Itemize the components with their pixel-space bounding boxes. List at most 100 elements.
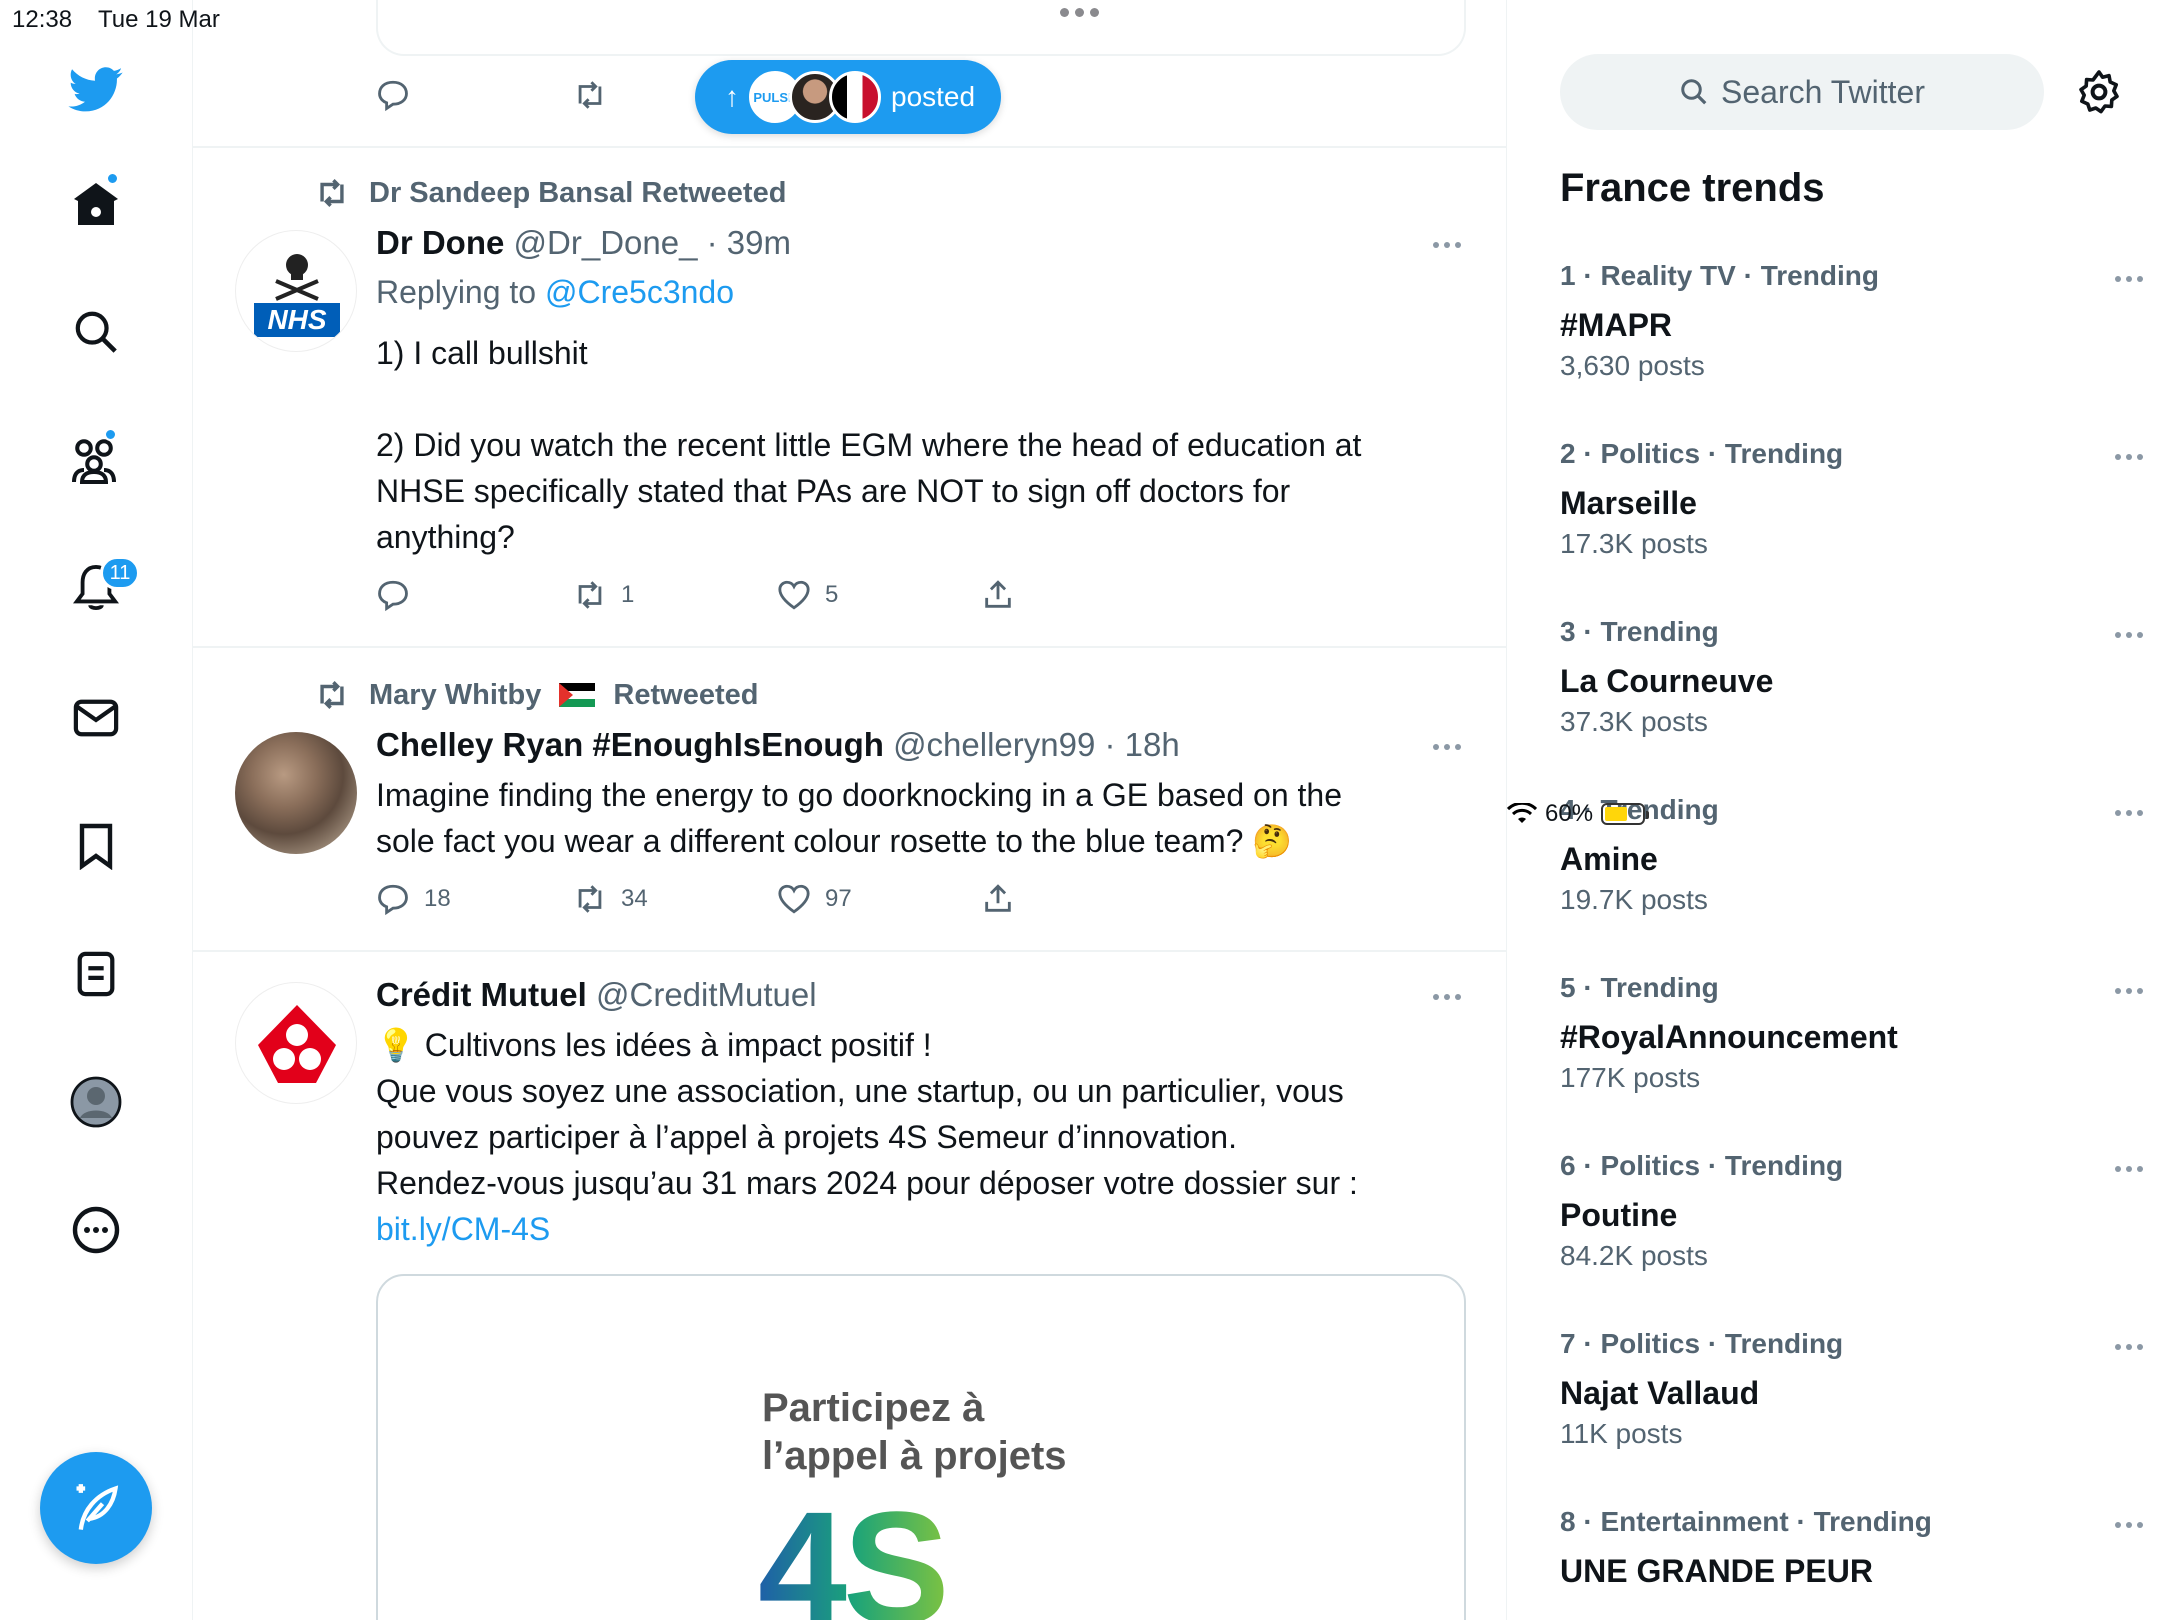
twitter-ipad-screen: 12:38 Tue 19 Mar 60% 11 ↑ PULSE posted D… xyxy=(0,0,2160,1620)
compose-tweet-button[interactable] xyxy=(40,1452,152,1564)
new-posts-label: posted xyxy=(891,81,976,112)
posted-avatars: PULSE xyxy=(749,71,881,123)
share-icon xyxy=(985,884,1011,912)
tweet-link[interactable]: bit.ly/CM-4S xyxy=(376,1206,1436,1252)
retweeted-by-suffix: Retweeted xyxy=(613,678,759,711)
status-right: 60% xyxy=(1507,4,2160,1620)
tweet-text: 💡 Cultivons les idées à impact positif !… xyxy=(376,1022,1436,1252)
explore-search-icon[interactable] xyxy=(60,296,132,368)
retweet-action[interactable]: 1 xyxy=(573,578,634,612)
tweet-header: Crédit Mutuel @CreditMutuel xyxy=(376,976,817,1014)
profile-avatar-icon[interactable] xyxy=(60,1066,132,1138)
left-navigation: 11 xyxy=(0,0,193,1620)
media-headline: Participez à l’appel à projets xyxy=(762,1384,1067,1480)
tweet-text-paragraph: 2) Did you watch the recent little EGM w… xyxy=(376,427,1362,555)
heart-icon xyxy=(778,580,810,610)
notifications-badge: 11 xyxy=(100,556,140,590)
avatar[interactable] xyxy=(235,732,357,854)
tweet-text: 1) I call bullshit 2) Did you watch the … xyxy=(376,330,1436,560)
status-time: 12:38 xyxy=(12,6,73,33)
tweet-text: Imagine finding the energy to go doorkno… xyxy=(376,777,1342,859)
like-count: 5 xyxy=(825,581,839,608)
tweet-more-icon[interactable] xyxy=(1433,994,1461,1000)
tweet-more-icon[interactable] xyxy=(1433,242,1461,248)
media-headline-line: l’appel à projets xyxy=(762,1434,1067,1478)
status-date: Tue 19 Mar xyxy=(98,6,220,33)
retweet-context: Dr Sandeep Bansal Retweeted xyxy=(313,176,786,210)
status-bar: 12:38 Tue 19 Mar 60% xyxy=(0,0,2160,827)
replying-prefix: Replying to xyxy=(376,274,537,310)
retweet-count: 34 xyxy=(621,885,648,912)
divider xyxy=(193,646,1506,648)
tweet-header: Dr Done @Dr_Done_ · 39m xyxy=(376,224,791,262)
twitter-logo-icon[interactable] xyxy=(60,54,132,126)
author-handle[interactable]: @Dr_Done_ xyxy=(514,224,698,261)
tweet-time[interactable]: · 18h xyxy=(1105,726,1180,763)
like-action[interactable]: 97 xyxy=(777,882,852,916)
retweet-action[interactable] xyxy=(573,78,607,112)
divider xyxy=(193,146,1506,148)
retweet-icon xyxy=(320,681,344,709)
wifi-icon xyxy=(1507,803,1537,823)
tweet-text-line: Que vous soyez une association, une star… xyxy=(376,1073,1344,1155)
author-name[interactable]: Dr Done xyxy=(376,224,504,261)
share-icon xyxy=(985,580,1011,608)
retweet-action[interactable]: 34 xyxy=(573,882,648,916)
media-headline-line: Participez à xyxy=(762,1386,985,1430)
communities-unread-dot xyxy=(104,428,117,441)
share-action[interactable] xyxy=(981,578,1015,612)
author-name[interactable]: Chelley Ryan #EnoughIsEnough xyxy=(376,726,884,763)
reply-icon xyxy=(378,884,408,916)
reply-action[interactable]: 18 xyxy=(376,882,451,916)
poster-avatar xyxy=(829,71,881,123)
avatar[interactable]: NHS xyxy=(235,230,357,352)
battery-percent: 60% xyxy=(1545,800,1594,827)
retweeted-by-label[interactable]: Dr Sandeep Bansal Retweeted xyxy=(369,177,786,210)
avatar[interactable] xyxy=(235,982,357,1104)
media-big-text: 4S xyxy=(758,1476,950,1620)
reply-action[interactable] xyxy=(376,78,410,112)
timeline: ↑ PULSE posted Dr Sandeep Bansal Retweet… xyxy=(193,0,1507,1620)
more-options-circle-icon[interactable] xyxy=(60,1194,132,1266)
tweet-text-line: Rendez-vous jusqu’au 31 mars 2024 pour d… xyxy=(376,1165,1358,1201)
like-count: 97 xyxy=(825,885,852,912)
battery-icon xyxy=(1601,803,1650,825)
replying-to: Replying to @Cre5c3ndo xyxy=(376,274,734,311)
retweet-icon xyxy=(578,885,602,913)
reply-count: 18 xyxy=(424,885,451,912)
replying-handle[interactable]: @Cre5c3ndo xyxy=(545,274,734,310)
retweeted-by-name[interactable]: Mary Whitby xyxy=(369,679,541,712)
credit-mutuel-logo-icon xyxy=(258,1005,336,1083)
tweet-more-icon[interactable] xyxy=(1433,744,1461,750)
divider xyxy=(193,950,1506,952)
lists-icon[interactable] xyxy=(60,938,132,1010)
reply-action[interactable] xyxy=(376,578,424,612)
compose-feather-icon xyxy=(76,1484,119,1531)
author-handle[interactable]: @CreditMutuel xyxy=(596,976,817,1013)
bookmarks-icon[interactable] xyxy=(60,810,132,882)
retweet-icon xyxy=(320,179,344,207)
multitasking-dots[interactable] xyxy=(1060,8,1099,17)
retweet-context: Mary Whitby Retweeted xyxy=(313,678,758,712)
nhs-logo-text: NHS xyxy=(267,304,327,335)
new-posts-pill[interactable]: ↑ PULSE posted xyxy=(695,60,1002,134)
home-unread-dot xyxy=(106,172,119,185)
communities-icon[interactable] xyxy=(60,424,132,496)
heart-icon xyxy=(778,884,810,914)
reply-icon xyxy=(378,580,408,612)
retweet-icon xyxy=(578,581,602,609)
author-name[interactable]: Crédit Mutuel xyxy=(376,976,587,1013)
tweet-header: Chelley Ryan #EnoughIsEnough @chelleryn9… xyxy=(376,726,1180,764)
tweet-text-line: 💡 Cultivons les idées à impact positif ! xyxy=(376,1027,932,1063)
palestine-flag-icon xyxy=(559,683,596,707)
home-icon[interactable] xyxy=(60,168,132,240)
tweet-media-image[interactable]: Participez à l’appel à projets 4S xyxy=(376,1274,1466,1620)
tweet-time[interactable]: · 39m xyxy=(707,224,791,261)
reply-icon xyxy=(378,80,408,112)
arrow-up-icon: ↑ xyxy=(725,81,739,112)
messages-mail-icon[interactable] xyxy=(60,682,132,754)
like-action[interactable]: 5 xyxy=(777,578,838,612)
retweet-count: 1 xyxy=(621,581,635,608)
author-handle[interactable]: @chelleryn99 xyxy=(893,726,1095,763)
share-action[interactable] xyxy=(981,882,1015,916)
